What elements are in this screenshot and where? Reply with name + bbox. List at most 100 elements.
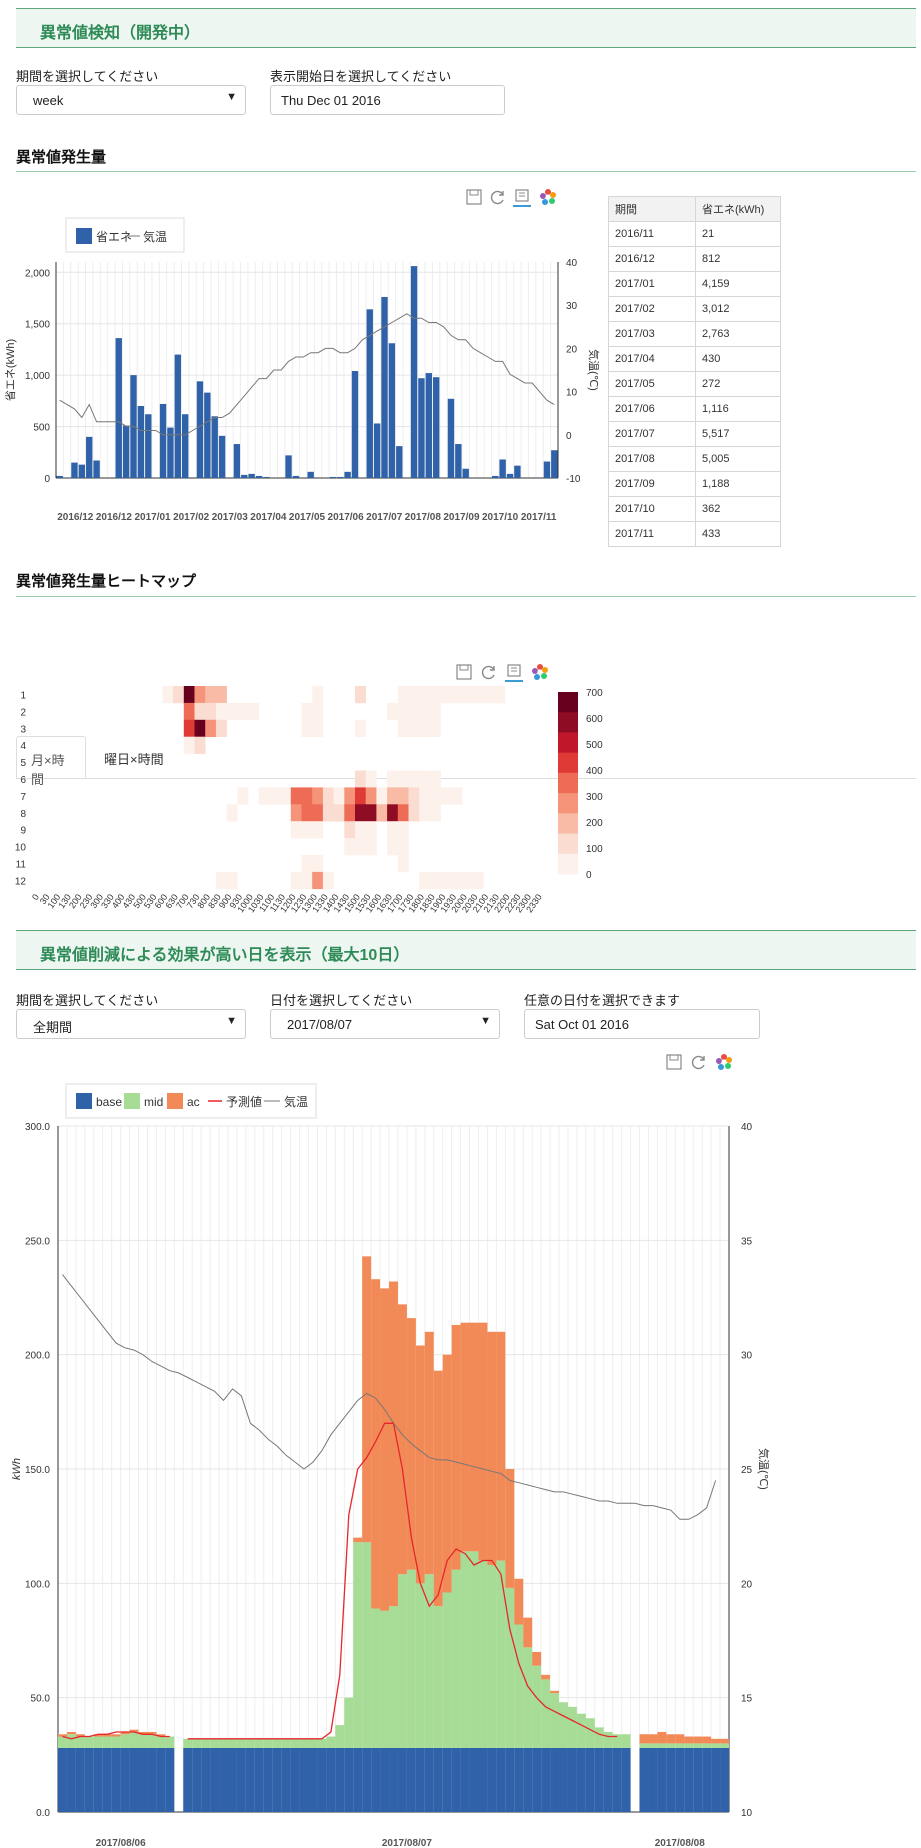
bar-base: [639, 1747, 649, 1812]
heatmap-cell: [355, 838, 366, 856]
bar-mid: [469, 1551, 479, 1748]
save-icon[interactable]: [464, 187, 484, 207]
bar: [492, 475, 499, 478]
color-wheel-icon[interactable]: [530, 662, 550, 682]
bar-mid: [711, 1743, 721, 1748]
y2-tick-label: 40: [741, 1122, 753, 1133]
heatmap-cell: [397, 804, 409, 822]
table-cell: 812: [695, 246, 781, 272]
y-tick-label: 1,000: [25, 371, 50, 382]
heatmap-cell: [312, 804, 324, 822]
bar-ac: [111, 1734, 121, 1737]
table-row: 2017/03 2,763: [608, 321, 781, 347]
heatmap-cell: [376, 804, 388, 822]
period-select[interactable]: week ▼: [16, 85, 246, 115]
bar: [455, 444, 462, 478]
save-icon[interactable]: [454, 662, 474, 682]
bar-mid: [550, 1693, 560, 1748]
x-month-label: 2017/01: [134, 512, 171, 523]
x-month-label: 2017/07: [366, 512, 403, 523]
bar-base: [147, 1747, 157, 1812]
bar-mid: [353, 1542, 363, 1748]
refresh-icon[interactable]: [479, 662, 499, 682]
table-cell: 272: [695, 371, 781, 397]
heatmap-cell: [472, 686, 484, 704]
heatmap-cell: [194, 736, 206, 754]
heatmap-cell: [280, 787, 292, 805]
bar-mid: [272, 1738, 282, 1748]
heatmap-cell: [365, 804, 377, 822]
data-view-icon[interactable]: [504, 662, 524, 682]
y-tick-label: 2,000: [25, 268, 50, 279]
bar-mid: [460, 1551, 470, 1748]
heatmap-cell: [419, 719, 431, 737]
heatmap-cell: [215, 702, 227, 721]
y-tick-label: 12: [15, 876, 27, 887]
visual-map-segment: [558, 712, 578, 733]
any-date-input[interactable]: Sat Oct 01 2016: [524, 1009, 760, 1039]
bar-mid: [657, 1743, 667, 1748]
table-header: 省エネ(kWh): [695, 196, 781, 222]
bar-base: [156, 1747, 166, 1812]
color-wheel-icon[interactable]: [538, 187, 558, 207]
bar-mid: [165, 1736, 175, 1748]
table-cell: 430: [695, 346, 781, 372]
period2-select[interactable]: 全期間 ▼: [16, 1009, 246, 1039]
bar-mid: [111, 1736, 121, 1748]
table-cell: 2017/11: [608, 521, 696, 547]
y-tick-label: 10: [15, 843, 27, 854]
table-row: 2017/02 3,012: [608, 296, 781, 322]
divider: [16, 596, 916, 597]
bar-base: [567, 1747, 577, 1812]
heatmap-cell: [451, 787, 463, 805]
heatmap-cell: [397, 719, 409, 737]
start-date-input[interactable]: Thu Dec 01 2016: [270, 85, 505, 115]
visual-map-label: 500: [586, 740, 603, 751]
bar: [255, 475, 263, 478]
heatmap-cell: [205, 719, 217, 737]
bar-ac: [469, 1322, 479, 1552]
x-month-label: 2017/10: [482, 512, 519, 523]
bar-ac: [487, 1331, 497, 1566]
y-tick-label: 9: [20, 826, 26, 837]
table-row: 2016/12 812: [608, 246, 781, 272]
bar-mid: [559, 1702, 568, 1748]
date-select[interactable]: 2017/08/07 ▼: [270, 1009, 500, 1039]
heatmap-cell: [355, 686, 366, 704]
bar: [543, 461, 551, 478]
save-icon[interactable]: [664, 1052, 684, 1072]
bar: [292, 475, 300, 478]
table-cell: 2017/05: [608, 371, 696, 397]
bar-base: [66, 1747, 76, 1812]
bar-mid: [594, 1727, 604, 1748]
bar-ac: [397, 1304, 407, 1575]
visual-map-segment: [558, 813, 578, 835]
bar: [204, 392, 211, 478]
bar: [373, 423, 381, 478]
bar: [115, 338, 122, 478]
visual-map-label: 100: [586, 844, 603, 855]
bar-mid: [585, 1718, 595, 1748]
data-view-icon[interactable]: [512, 187, 532, 207]
bar-base: [469, 1747, 479, 1812]
refresh-icon[interactable]: [488, 187, 508, 207]
visual-map-label: 600: [586, 714, 603, 725]
color-wheel-icon[interactable]: [714, 1052, 734, 1072]
bar-mid: [523, 1647, 533, 1748]
page-title: 異常値検知（開発中）: [16, 8, 916, 48]
bar-ac: [523, 1617, 533, 1648]
bar-mid: [666, 1743, 676, 1748]
heatmap-cell: [226, 702, 238, 721]
bar-ac: [496, 1331, 506, 1561]
bar-mid: [93, 1736, 103, 1748]
effect-title: 異常値削減による効果が高い日を表示（最大10日）: [16, 930, 916, 970]
bar: [351, 371, 359, 478]
heatmap-cell: [312, 871, 324, 890]
y-tick-label: 1,500: [25, 320, 50, 331]
heatmap-cell: [183, 719, 195, 737]
refresh-icon[interactable]: [689, 1052, 709, 1072]
heatmap-cell: [215, 686, 227, 704]
table-cell: 2016/12: [608, 246, 696, 272]
visual-map-segment: [558, 853, 578, 875]
bar: [78, 464, 86, 478]
